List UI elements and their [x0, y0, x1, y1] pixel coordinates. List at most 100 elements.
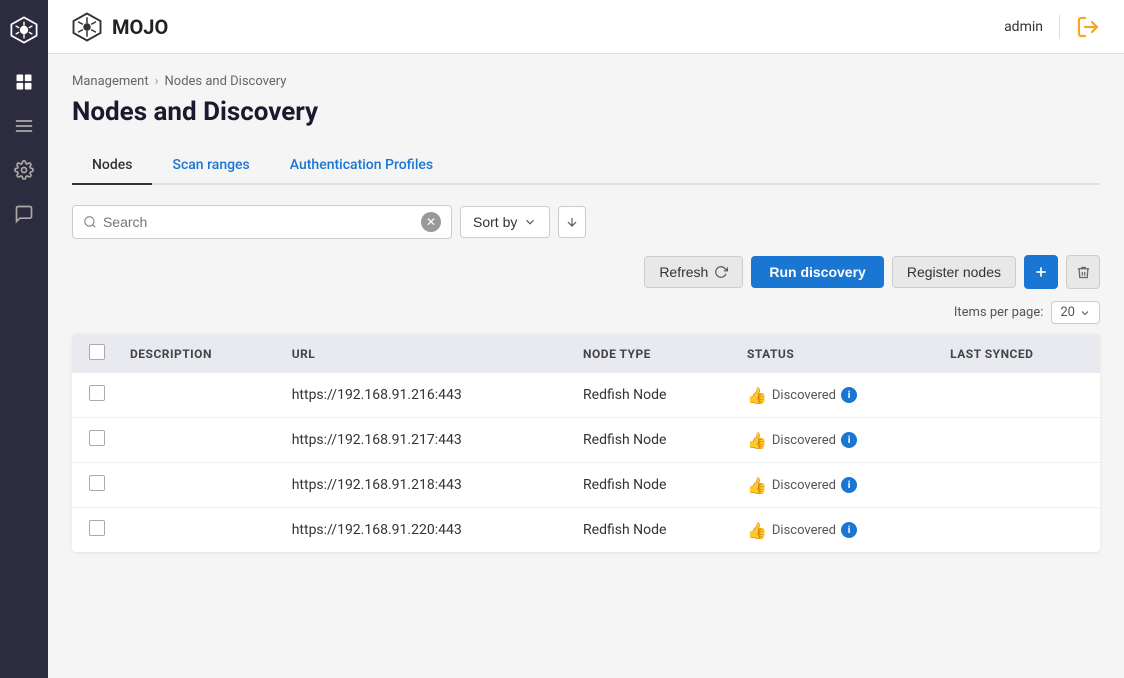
items-per-page-label: Items per page:: [954, 305, 1044, 320]
sort-toggle-button[interactable]: [558, 206, 586, 238]
status-info-icon[interactable]: i: [841, 387, 857, 403]
topbar-divider: [1059, 15, 1060, 39]
search-box: ✕: [72, 205, 452, 239]
brand: MOJO: [72, 12, 168, 42]
sidebar-item-settings[interactable]: [6, 108, 42, 144]
sidebar-logo: [6, 12, 42, 48]
row-url: https://192.168.91.220:443: [278, 508, 569, 553]
row-node-type: Redfish Node: [569, 508, 733, 553]
nodes-table: DESCRIPTION URL NODE TYPE STATUS LAST SY…: [72, 334, 1100, 552]
select-all-checkbox[interactable]: [89, 344, 105, 360]
sort-by-button[interactable]: Sort by: [460, 206, 550, 238]
row-last-synced: [936, 373, 1100, 418]
status-text: Discovered: [772, 388, 836, 403]
row-description: [116, 418, 278, 463]
items-per-page-bar: Items per page: 20: [72, 301, 1100, 324]
search-clear-button[interactable]: ✕: [421, 212, 441, 232]
row-node-type: Redfish Node: [569, 418, 733, 463]
row-description: [116, 463, 278, 508]
run-discovery-button[interactable]: Run discovery: [751, 256, 883, 288]
row-node-type: Redfish Node: [569, 463, 733, 508]
tab-nodes[interactable]: Nodes: [72, 147, 152, 185]
table-row: https://192.168.91.217:443 Redfish Node …: [72, 418, 1100, 463]
status-text: Discovered: [772, 523, 836, 538]
col-header-url: URL: [278, 334, 569, 373]
row-checkbox[interactable]: [89, 475, 105, 491]
items-per-page-select[interactable]: 20: [1051, 301, 1100, 324]
row-select-cell: [72, 418, 116, 463]
sidebar: [0, 0, 48, 678]
row-node-type: Redfish Node: [569, 373, 733, 418]
row-url: https://192.168.91.216:443: [278, 373, 569, 418]
sidebar-item-dashboard[interactable]: [6, 64, 42, 100]
search-toolbar: ✕ Sort by: [72, 205, 1100, 239]
row-status: 👍 Discovered i: [733, 418, 936, 463]
search-input[interactable]: [103, 214, 415, 230]
table-row: https://192.168.91.218:443 Redfish Node …: [72, 463, 1100, 508]
row-status: 👍 Discovered i: [733, 373, 936, 418]
col-header-node-type: NODE TYPE: [569, 334, 733, 373]
row-status: 👍 Discovered i: [733, 508, 936, 553]
row-description: [116, 508, 278, 553]
tabs: Nodes Scan ranges Authentication Profile…: [72, 147, 1100, 185]
sidebar-item-config[interactable]: [6, 152, 42, 188]
status-info-icon[interactable]: i: [841, 477, 857, 493]
action-bar: Refresh Run discovery Register nodes: [72, 255, 1100, 289]
row-select-cell: [72, 508, 116, 553]
delete-button[interactable]: [1066, 255, 1100, 289]
tab-auth-profiles[interactable]: Authentication Profiles: [270, 147, 453, 185]
status-thumb-icon: 👍: [747, 476, 767, 495]
status-thumb-icon: 👍: [747, 386, 767, 405]
row-last-synced: [936, 418, 1100, 463]
status-text: Discovered: [772, 478, 836, 493]
col-header-status: STATUS: [733, 334, 936, 373]
sort-order-icon: [565, 215, 579, 229]
logout-button[interactable]: [1076, 15, 1100, 39]
register-nodes-button[interactable]: Register nodes: [892, 256, 1016, 288]
refresh-icon: [714, 265, 728, 279]
refresh-label: Refresh: [659, 264, 708, 280]
col-header-description: DESCRIPTION: [116, 334, 278, 373]
sort-by-label: Sort by: [473, 214, 517, 230]
refresh-button[interactable]: Refresh: [644, 256, 743, 288]
page-content: Management › Nodes and Discovery Nodes a…: [48, 54, 1124, 678]
sidebar-item-messages[interactable]: [6, 196, 42, 232]
main-content: MOJO admin Management › Nodes and Discov…: [48, 0, 1124, 678]
row-select-cell: [72, 373, 116, 418]
breadcrumb-current: Nodes and Discovery: [165, 74, 287, 89]
items-chevron-icon: [1079, 307, 1091, 319]
user-name: admin: [1004, 19, 1043, 35]
row-select-cell: [72, 463, 116, 508]
breadcrumb-separator: ›: [155, 74, 159, 89]
row-status: 👍 Discovered i: [733, 463, 936, 508]
status-info-icon[interactable]: i: [841, 522, 857, 538]
table-row: https://192.168.91.220:443 Redfish Node …: [72, 508, 1100, 553]
status-text: Discovered: [772, 433, 836, 448]
table-header-row: DESCRIPTION URL NODE TYPE STATUS LAST SY…: [72, 334, 1100, 373]
topbar-right: admin: [1004, 15, 1100, 39]
tab-scan-ranges[interactable]: Scan ranges: [152, 147, 269, 185]
row-last-synced: [936, 463, 1100, 508]
breadcrumb: Management › Nodes and Discovery: [72, 74, 1100, 89]
trash-icon: [1076, 265, 1091, 280]
col-header-select: [72, 334, 116, 373]
search-icon: [83, 214, 97, 230]
row-checkbox[interactable]: [89, 385, 105, 401]
row-checkbox[interactable]: [89, 430, 105, 446]
status-thumb-icon: 👍: [747, 521, 767, 540]
add-button[interactable]: [1024, 255, 1058, 289]
row-url: https://192.168.91.218:443: [278, 463, 569, 508]
row-description: [116, 373, 278, 418]
row-last-synced: [936, 508, 1100, 553]
row-checkbox[interactable]: [89, 520, 105, 536]
col-header-last-synced: LAST SYNCED: [936, 334, 1100, 373]
status-thumb-icon: 👍: [747, 431, 767, 450]
topbar: MOJO admin: [48, 0, 1124, 54]
page-title: Nodes and Discovery: [72, 97, 1100, 127]
table-row: https://192.168.91.216:443 Redfish Node …: [72, 373, 1100, 418]
brand-name: MOJO: [112, 15, 168, 39]
chevron-down-icon: [523, 215, 537, 229]
items-per-page-value: 20: [1060, 305, 1075, 320]
plus-icon: [1033, 264, 1049, 280]
status-info-icon[interactable]: i: [841, 432, 857, 448]
